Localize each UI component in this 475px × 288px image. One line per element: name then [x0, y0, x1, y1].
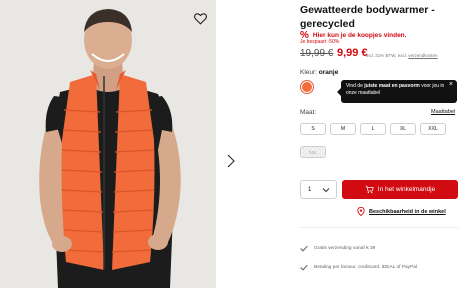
- savings-text: Je bespaart -50%: [300, 39, 340, 45]
- usp-payment-methods: Betaling per factuur, creditcard, iDEAL …: [300, 264, 417, 271]
- old-price: 19,99 €: [300, 48, 334, 59]
- size-option-l[interactable]: L: [360, 123, 386, 135]
- size-option-3xl-unavailable[interactable]: 3XL: [300, 146, 326, 158]
- tooltip-bold: juiste maat en pasvorm: [364, 83, 420, 89]
- quantity-value: 1: [308, 186, 312, 193]
- checkmark-icon: [300, 245, 308, 252]
- vat-text: incl. 21% BTW, excl.: [366, 53, 408, 58]
- quantity-select[interactable]: 1: [300, 180, 337, 199]
- sale-price: 9,99 €: [337, 47, 368, 59]
- product-gallery: [0, 0, 244, 288]
- add-to-cart-button[interactable]: In het winkelmandje: [342, 180, 458, 199]
- add-to-cart-label: In het winkelmandje: [377, 186, 436, 193]
- tooltip-prefix: Vind de: [346, 83, 365, 89]
- swatch-fill: [302, 82, 312, 92]
- size-guide-tooltip: Vind de juiste maat en pasvorm voor jou …: [337, 80, 457, 103]
- size-option-s[interactable]: S: [300, 123, 326, 135]
- divider: [300, 227, 458, 228]
- color-swatch-orange[interactable]: [300, 80, 314, 94]
- product-title: Gewatteerde bodywarmer - gerecycled: [300, 4, 435, 30]
- size-option-xl[interactable]: XL: [390, 123, 416, 135]
- shipping-costs-link[interactable]: verzendkosten: [408, 53, 437, 58]
- color-label-text: Kleur:: [300, 69, 317, 76]
- store-availability-label: Beschikbaarheid in de winkel: [369, 208, 446, 215]
- size-option-xxl[interactable]: XXL: [420, 123, 446, 135]
- size-chart-link[interactable]: Maattabel: [431, 109, 455, 115]
- checkmark-icon: [300, 264, 308, 271]
- color-label: Kleur: oranje: [300, 69, 338, 76]
- wishlist-heart-button[interactable]: [191, 10, 209, 28]
- store-availability-link[interactable]: Beschikbaarheid in de winkel: [357, 207, 446, 216]
- usp-free-shipping: Gratis verzending vanaf € 39: [300, 245, 375, 252]
- location-pin-icon: [357, 207, 365, 216]
- chevron-right-icon: [227, 154, 235, 168]
- color-value: oranje: [318, 69, 339, 76]
- usp-text: Betaling per factuur, creditcard, iDEAL …: [314, 265, 418, 270]
- size-option-m[interactable]: M: [330, 123, 356, 135]
- size-options: S M L XL XXL: [300, 123, 446, 135]
- vat-note: incl. 21% BTW, excl. verzendkosten: [366, 53, 438, 58]
- close-icon[interactable]: ×: [449, 81, 453, 89]
- usp-text: Gratis verzending vanaf € 39: [314, 246, 376, 251]
- heart-icon: [193, 13, 207, 25]
- promo-text: Hier kun je de koopjes vinden.: [312, 32, 407, 39]
- next-image-button[interactable]: [224, 152, 238, 170]
- chevron-down-icon: [322, 188, 330, 193]
- model-wearing-bodywarmer: [0, 0, 216, 288]
- product-photo: [0, 0, 216, 288]
- size-label: Maat:: [300, 109, 317, 116]
- cart-icon: [365, 185, 374, 194]
